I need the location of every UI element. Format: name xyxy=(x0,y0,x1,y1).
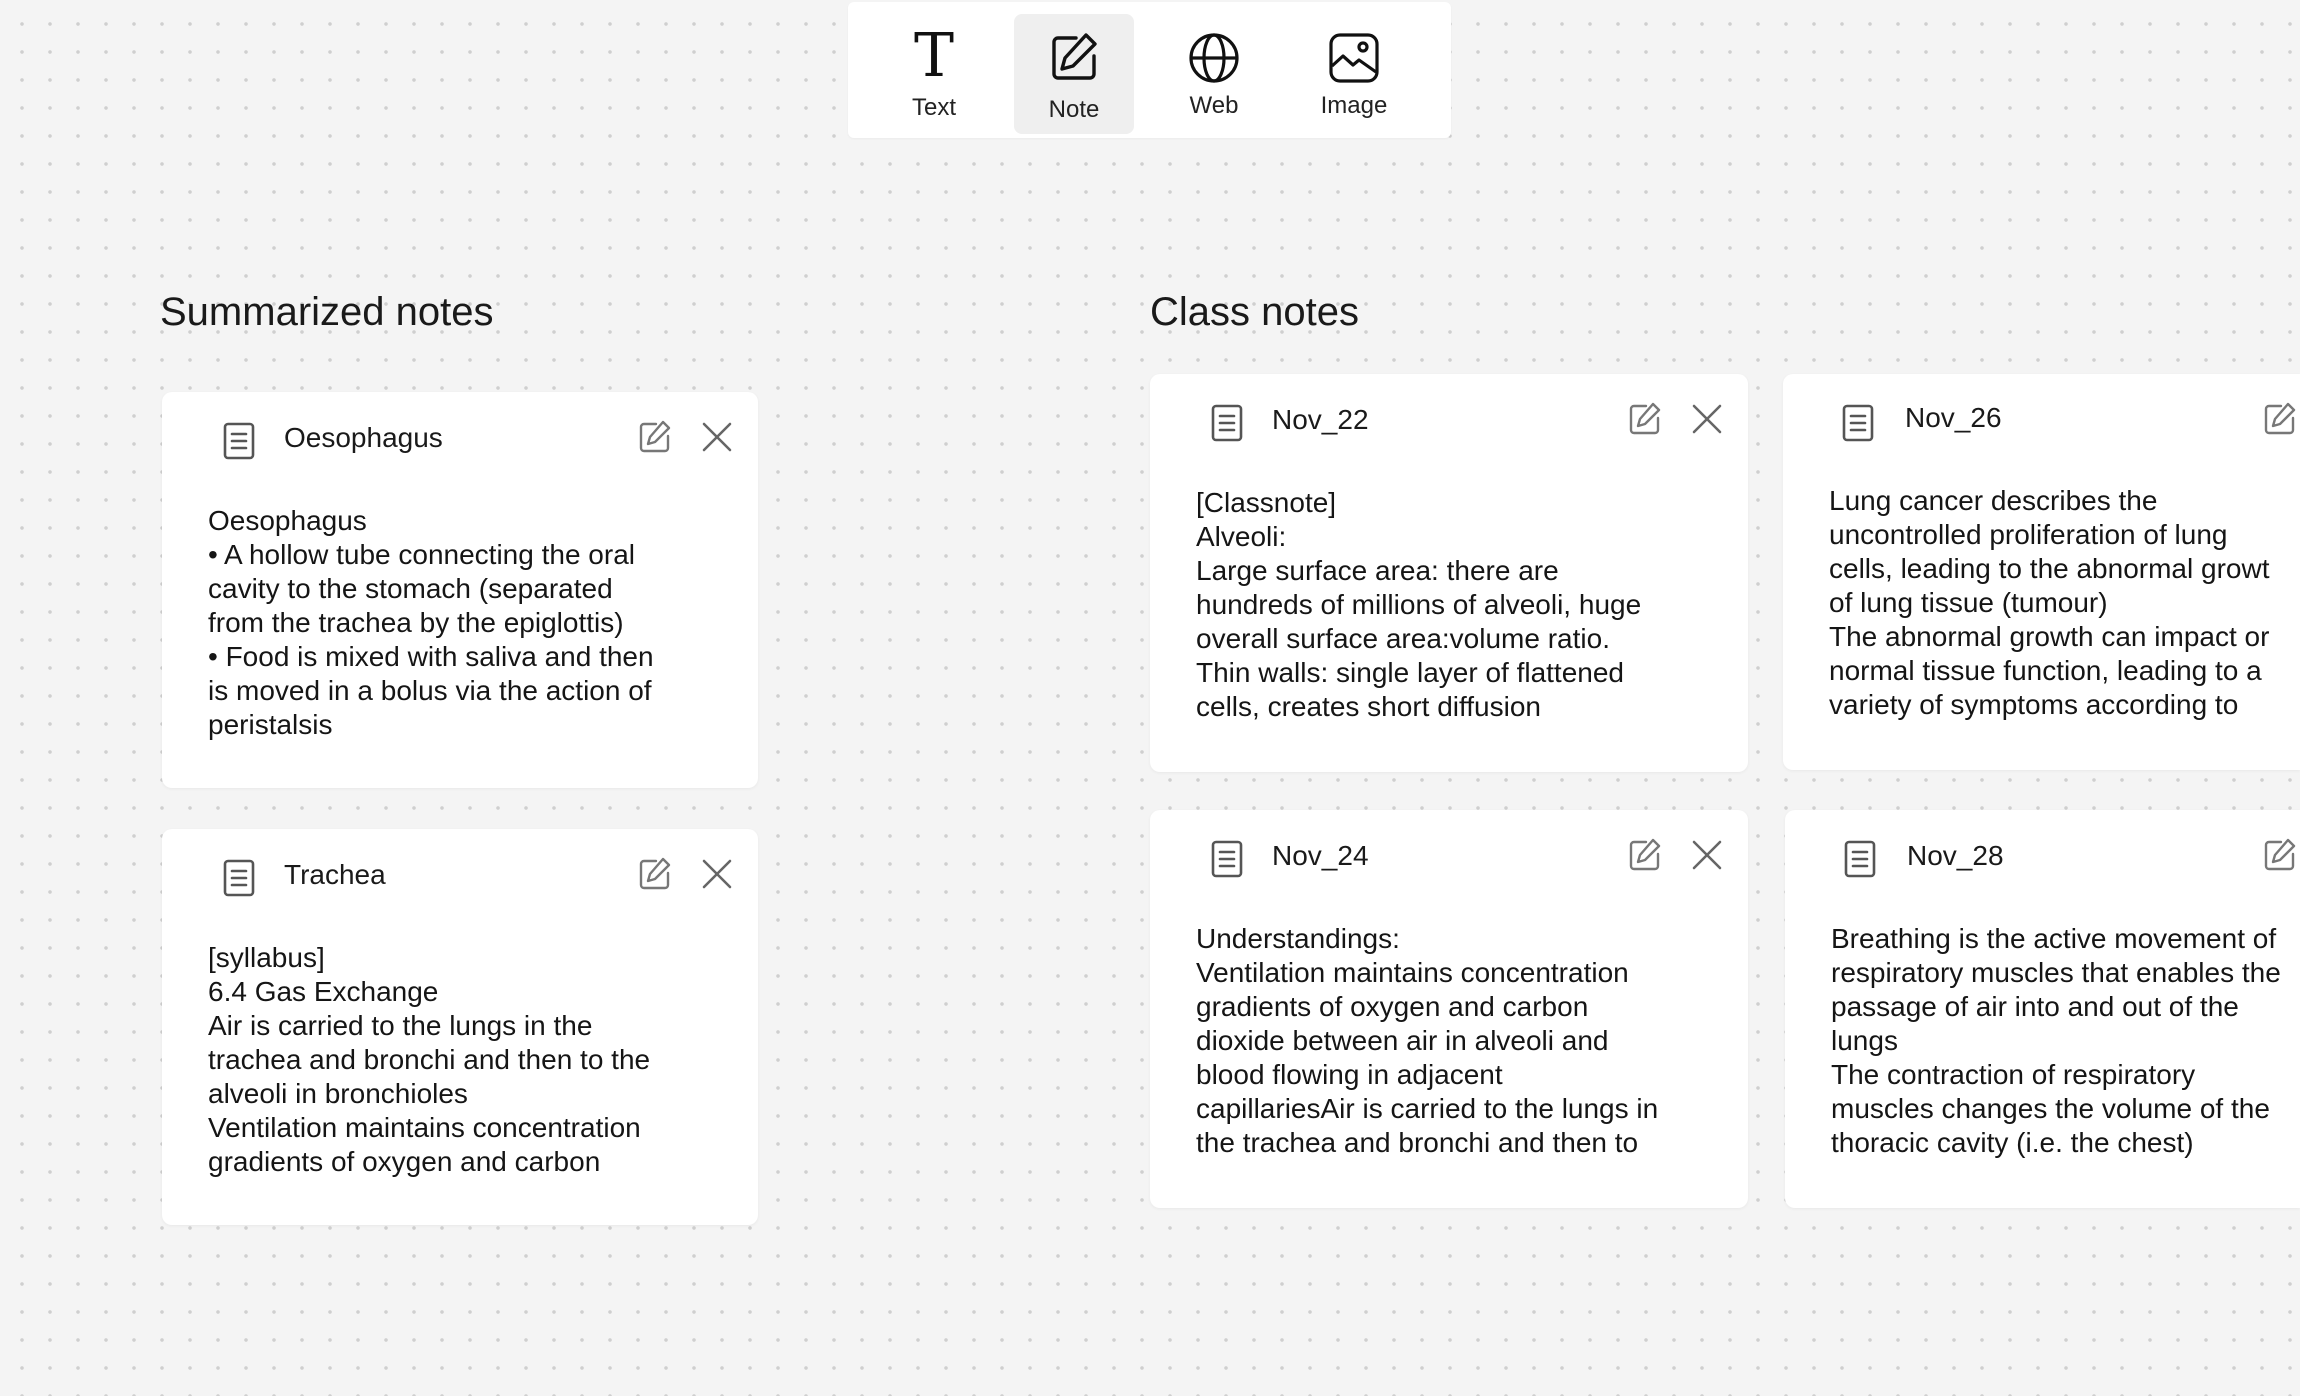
note-line: is moved in a bolus via the action of xyxy=(208,675,652,706)
close-icon[interactable] xyxy=(1690,838,1724,872)
note-line: the trachea and bronchi and then to xyxy=(1196,1127,1639,1158)
note-line: overall surface area:volume ratio. xyxy=(1196,623,1610,654)
note-line: 6.4 Gas Exchange xyxy=(208,976,439,1007)
note-line: alveoli in bronchioles xyxy=(208,1078,468,1109)
edit-icon[interactable] xyxy=(1628,838,1662,872)
edit-icon[interactable] xyxy=(638,857,672,891)
note-line: muscles changes the volume of the xyxy=(1831,1093,2270,1124)
note-line: Alveoli: xyxy=(1196,521,1287,552)
document-icon xyxy=(1211,840,1243,878)
note-line: blood flowing in adjacent xyxy=(1196,1059,1503,1090)
note-line: Large surface area: there are xyxy=(1196,555,1559,586)
note-line: Air is carried to the lungs in the xyxy=(208,1010,593,1041)
note-line: • A hollow tube connecting the oral xyxy=(208,539,635,570)
note-line: peristalsis xyxy=(208,709,333,740)
note-line: passage of air into and out of the xyxy=(1831,991,2239,1022)
note-line: Oesophagus xyxy=(208,505,367,536)
text-icon: T xyxy=(913,21,955,91)
edit-icon[interactable] xyxy=(2263,838,2297,872)
globe-icon xyxy=(1189,33,1239,83)
note-line: [Classnote] xyxy=(1196,487,1337,518)
summarized-notes-heading: Summarized notes xyxy=(160,290,494,334)
note-card-nov-22[interactable]: Nov_22 [Classnote] Alveoli: Large surfac… xyxy=(1150,374,1748,772)
note-body: [Classnote] Alveoli: Large surface area:… xyxy=(1196,486,1726,726)
note-line: cells, creates short diffusion xyxy=(1196,691,1541,722)
note-card-header: Nov_28 xyxy=(1785,810,2300,902)
note-card-nov-24[interactable]: Nov_24 Understandings: Ventilation maint… xyxy=(1150,810,1748,1208)
note-card-oesophagus[interactable]: Oesophagus Oesophagus • A hollow tube co… xyxy=(162,392,758,788)
document-icon xyxy=(223,422,255,460)
note-body: Breathing is the active movement of resp… xyxy=(1831,922,2300,1162)
image-icon xyxy=(1329,33,1379,83)
close-icon[interactable] xyxy=(1690,402,1724,436)
class-notes-heading: Class notes xyxy=(1150,290,1359,334)
note-title: Oesophagus xyxy=(284,422,443,453)
insert-toolbar: T Text Note Web Image xyxy=(848,2,1451,138)
note-line: gradients of oxygen and carbon xyxy=(208,1146,601,1177)
note-line: lungs xyxy=(1831,1025,1898,1056)
note-line: thoracic cavity (i.e. the chest) xyxy=(1831,1127,2194,1158)
close-icon[interactable] xyxy=(700,420,734,454)
note-line: gradients of oxygen and carbon xyxy=(1196,991,1589,1022)
document-icon xyxy=(223,859,255,897)
note-card-trachea[interactable]: Trachea [syllabus] 6.4 Gas Exchange Air … xyxy=(162,829,758,1225)
note-line: The abnormal growth can impact or xyxy=(1829,621,2270,652)
note-card-header: Nov_22 xyxy=(1150,374,1748,466)
note-line: cells, leading to the abnormal growt xyxy=(1829,553,2270,584)
note-line: Thin walls: single layer of flattened xyxy=(1196,657,1624,688)
edit-icon[interactable] xyxy=(1628,402,1662,436)
note-tool-button[interactable]: Note xyxy=(1014,14,1134,134)
note-line: Ventilation maintains concentration xyxy=(1196,957,1629,988)
note-tool-label: Note xyxy=(1048,96,1100,123)
note-line: cavity to the stomach (separated xyxy=(208,573,613,604)
text-tool-button[interactable]: T Text xyxy=(874,14,994,134)
note-title: Nov_26 xyxy=(1905,402,2002,433)
note-card-header: Oesophagus xyxy=(162,392,758,484)
note-card-header: Nov_26 xyxy=(1783,374,2300,466)
web-tool-label: Web xyxy=(1189,92,1239,119)
note-line: Lung cancer describes the xyxy=(1829,485,2158,516)
edit-icon[interactable] xyxy=(2263,402,2297,436)
note-line: Breathing is the active movement of xyxy=(1831,923,2277,954)
note-line: respiratory muscles that enables the xyxy=(1831,957,2281,988)
note-title: Trachea xyxy=(284,859,386,890)
note-title: Nov_22 xyxy=(1272,404,1369,435)
note-line: hundreds of millions of alveoli, huge xyxy=(1196,589,1642,620)
note-line: The contraction of respiratory xyxy=(1831,1059,2196,1090)
note-line: variety of symptoms according to xyxy=(1829,689,2239,720)
note-line: trachea and bronchi and then to the xyxy=(208,1044,651,1075)
note-card-header: Trachea xyxy=(162,829,758,921)
note-line: dioxide between air in alveoli and xyxy=(1196,1025,1609,1056)
note-line: from the trachea by the epiglottis) xyxy=(208,607,624,638)
document-icon xyxy=(1211,404,1243,442)
document-icon xyxy=(1842,404,1874,442)
note-line: [syllabus] xyxy=(208,942,325,973)
note-line: capillariesAir is carried to the lungs i… xyxy=(1196,1093,1659,1124)
edit-icon[interactable] xyxy=(638,420,672,454)
note-body: [syllabus] 6.4 Gas Exchange Air is carri… xyxy=(208,941,728,1181)
note-card-nov-26[interactable]: Nov_26 Lung cancer describes the uncontr… xyxy=(1783,374,2300,770)
note-line: of lung tissue (tumour) xyxy=(1829,587,2108,618)
document-icon xyxy=(1844,840,1876,878)
note-card-header: Nov_24 xyxy=(1150,810,1748,902)
note-body: Understandings: Ventilation maintains co… xyxy=(1196,922,1726,1162)
note-line: uncontrolled proliferation of lung xyxy=(1829,519,2228,550)
text-tool-label: Text xyxy=(911,94,956,121)
close-icon[interactable] xyxy=(700,857,734,891)
image-tool-label: Image xyxy=(1320,92,1388,119)
note-icon xyxy=(1052,33,1097,80)
note-body: Lung cancer describes the uncontrolled p… xyxy=(1829,484,2300,724)
note-line: Ventilation maintains concentration xyxy=(208,1112,641,1143)
note-line: Understandings: xyxy=(1196,923,1400,954)
note-body: Oesophagus • A hollow tube connecting th… xyxy=(208,504,728,744)
web-tool-button[interactable]: Web xyxy=(1154,14,1274,134)
image-tool-button[interactable]: Image xyxy=(1294,14,1414,134)
note-title: Nov_28 xyxy=(1907,840,2004,871)
note-line: • Food is mixed with saliva and then xyxy=(208,641,654,672)
note-line: normal tissue function, leading to a xyxy=(1829,655,2262,686)
note-title: Nov_24 xyxy=(1272,840,1369,871)
note-card-nov-28[interactable]: Nov_28 Breathing is the active movement … xyxy=(1785,810,2300,1208)
